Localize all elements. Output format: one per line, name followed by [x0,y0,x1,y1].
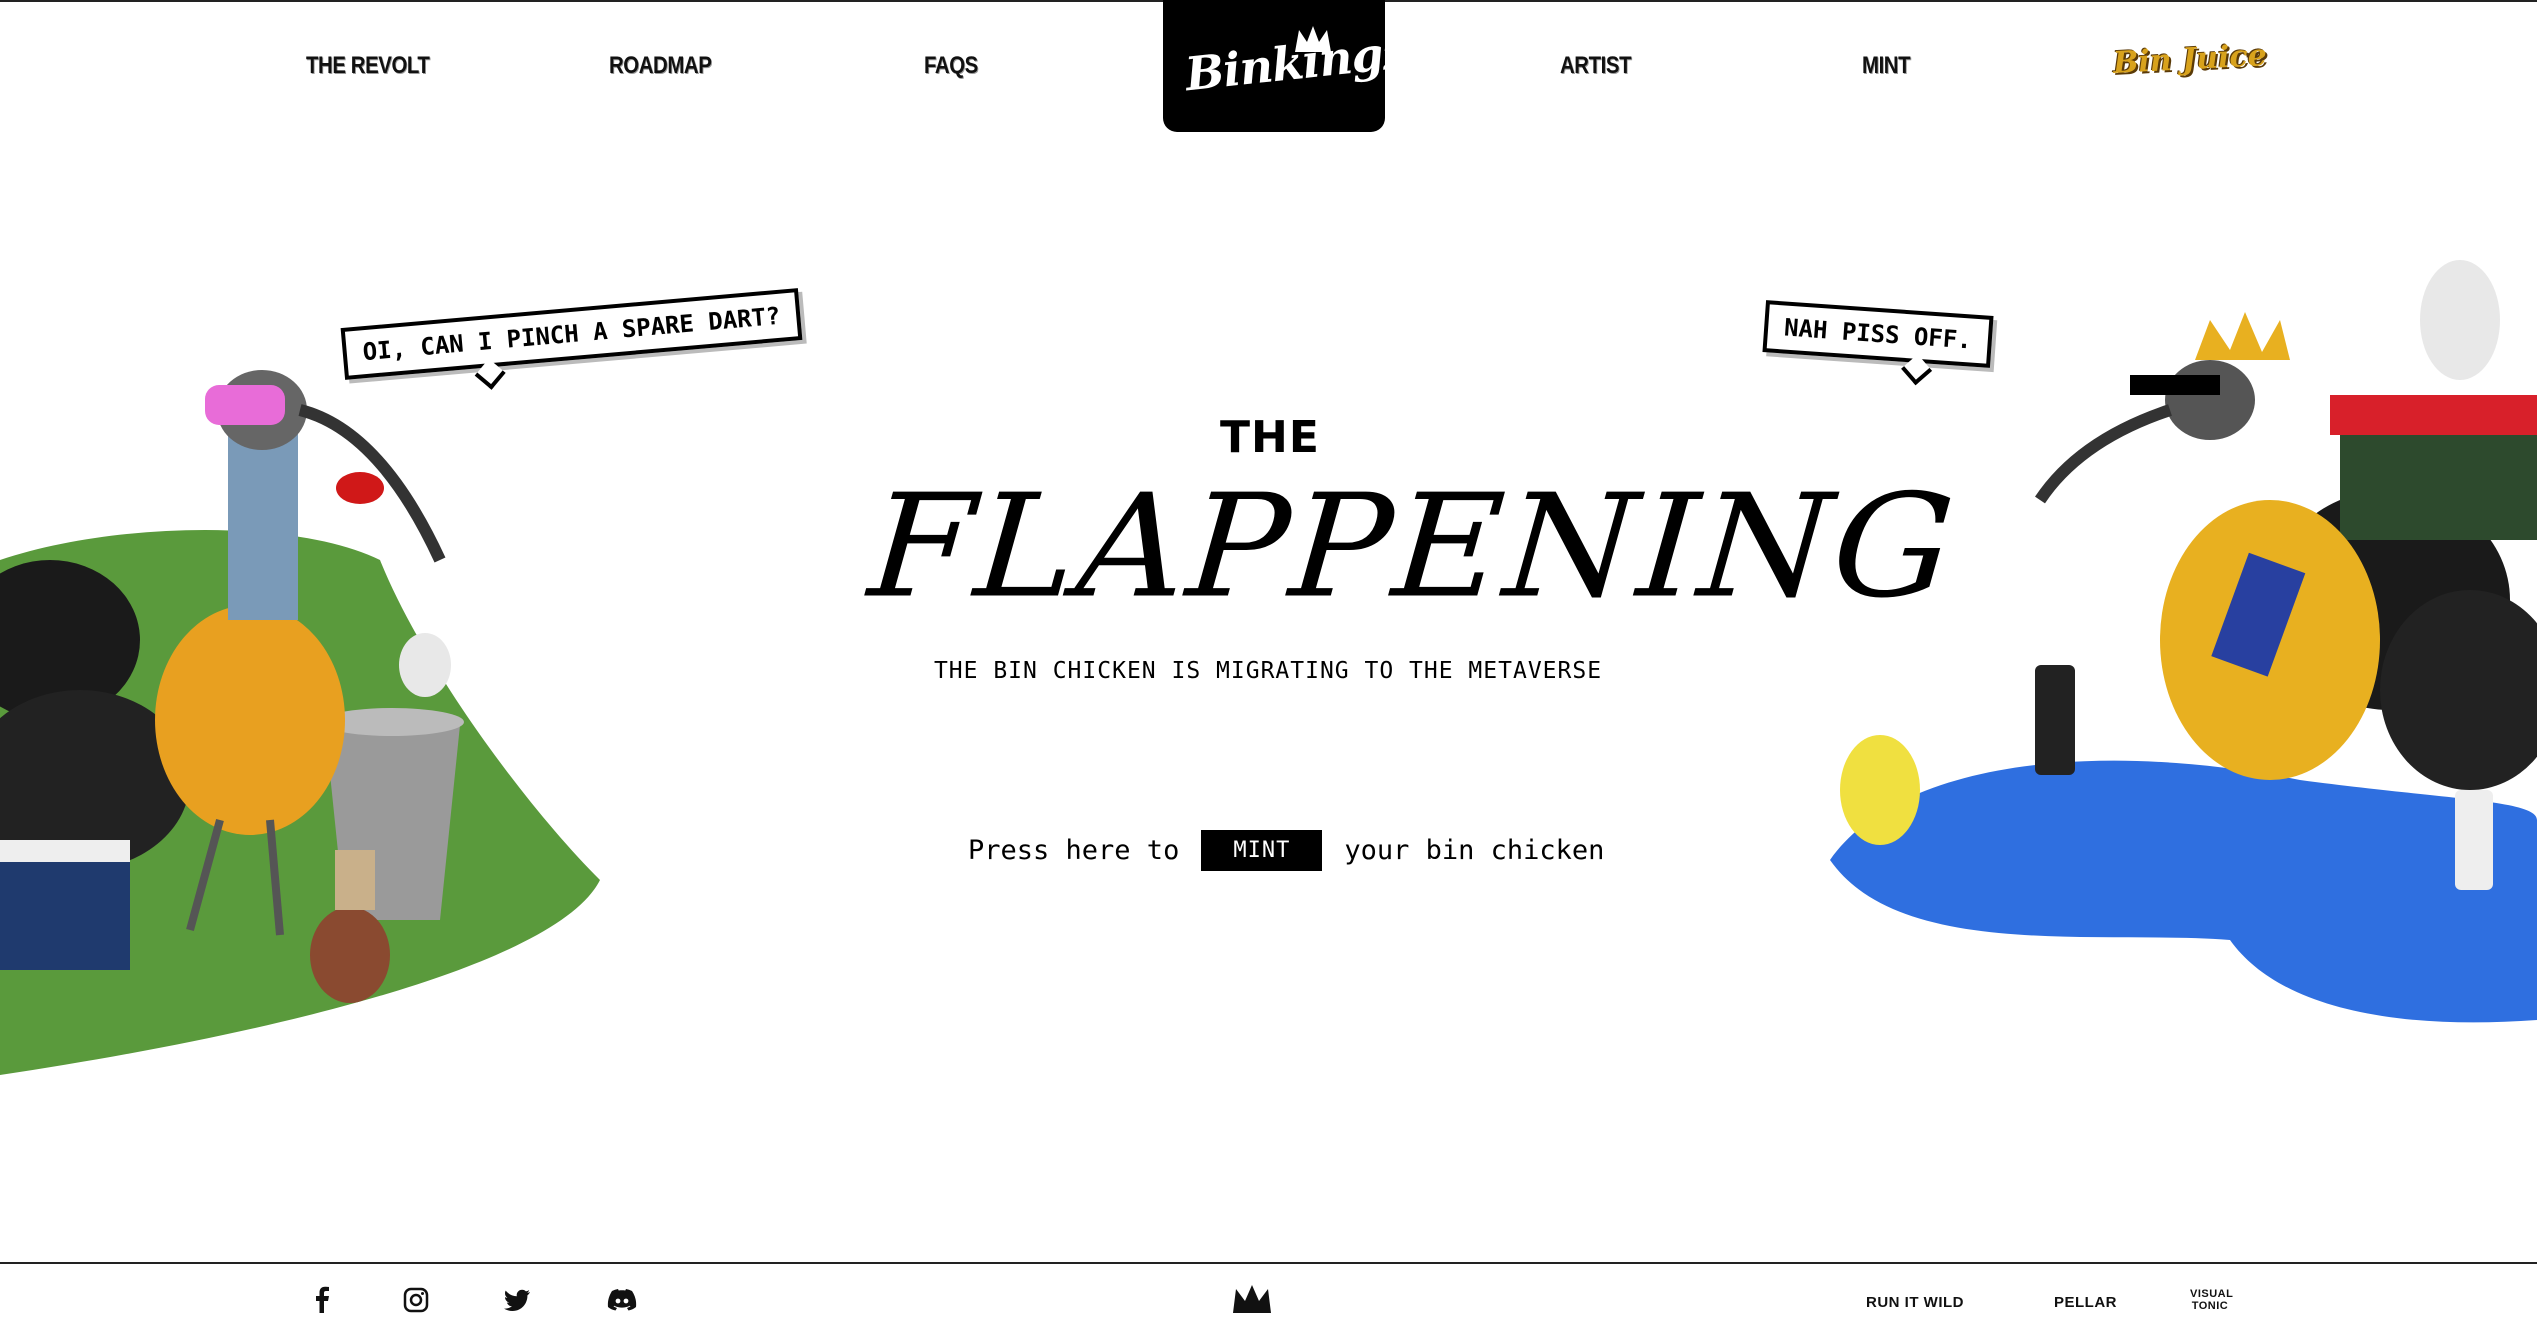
facebook-icon[interactable] [306,1286,338,1314]
nav-roadmap[interactable]: ROADMAP [609,52,712,80]
nav-mint[interactable]: MINT [1862,52,1911,80]
logo-button[interactable]: Binkingz [1163,0,1410,132]
discord-icon[interactable] [606,1286,638,1314]
mint-button[interactable]: MINT [1201,829,1323,871]
hero-pre-title: THE [1220,412,1320,463]
nav-the-revolt[interactable]: THE REVOLT [306,52,430,80]
mint-suffix: your bin chicken [1344,834,1605,866]
hero-title: FLAPPENING [863,464,1962,630]
partner-pellar[interactable]: PELLAR [2054,1294,2117,1311]
hero-subtitle: THE BIN CHICKEN IS MIGRATING TO THE META… [933,658,1603,684]
mint-cta-row: Press here to MINT your bin chicken [968,826,1604,874]
footer-border [0,1262,2537,1264]
partner-visual-tonic[interactable]: VISUAL TONIC [2190,1288,2233,1312]
wheelie-bin [2340,420,2537,540]
crown-icon[interactable] [1230,1283,1274,1315]
ibis-character [155,605,345,835]
twitter-icon[interactable] [502,1286,534,1314]
cooler-box [0,850,130,970]
logo-wordmark: Binkingz [1182,24,1410,102]
partner-run-it-wild[interactable]: RUN IT WILD [1866,1294,1964,1311]
nav-faqs[interactable]: FAQS [924,52,978,80]
instagram-icon[interactable] [400,1286,432,1314]
puddle [1830,760,2537,1023]
mint-prefix: Press here to [968,834,1180,866]
nav-artist[interactable]: ARTIST [1560,52,1632,80]
